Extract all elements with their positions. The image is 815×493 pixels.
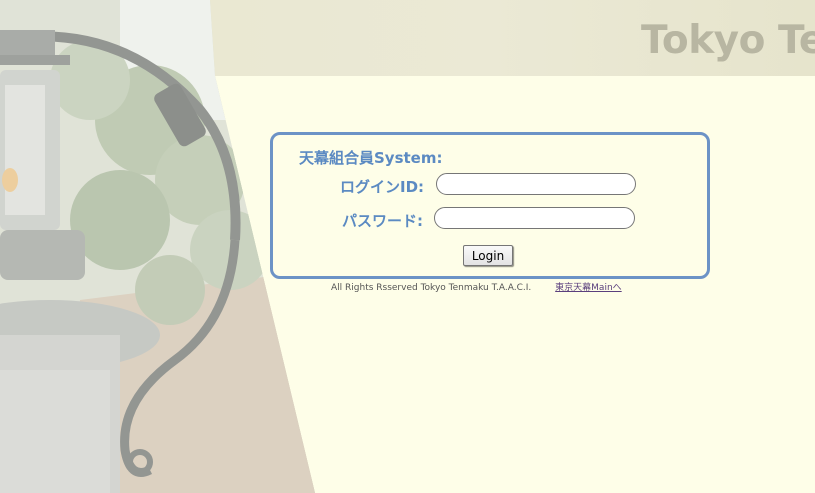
password-input[interactable] [434,207,635,229]
copyright-text: All Rights Rsserved Tokyo Tenmaku T.A.A.… [331,283,532,293]
system-title: 天幕組合員System: [299,149,443,167]
site-title: Tokyo Ten [641,18,815,63]
login-page: Tokyo Ten [0,0,815,493]
password-label: パスワード: [342,212,423,230]
login-id-label: ログインID: [340,178,425,196]
main-site-link[interactable]: 東京天幕Mainへ [555,283,622,293]
login-button[interactable]: Login [463,245,513,266]
login-box: 天幕組合員System: ログインID: パスワード: Login [270,132,710,279]
footer: All Rights Rsserved Tokyo Tenmaku T.A.A.… [331,280,622,293]
login-id-input[interactable] [436,173,636,195]
